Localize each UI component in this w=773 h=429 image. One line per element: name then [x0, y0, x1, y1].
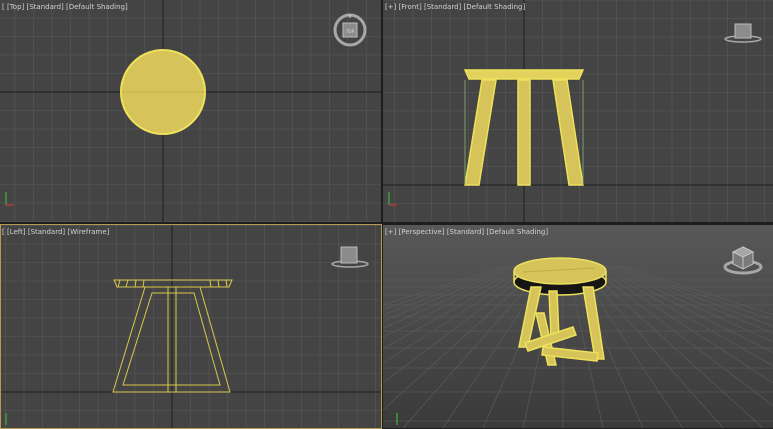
stool-left-wireframe[interactable]: [112, 279, 233, 393]
viewport-menu-bracket[interactable]: [: [2, 3, 5, 11]
viewport-left[interactable]: [ [Left] [Standard] [Wireframe]: [0, 225, 381, 428]
viewport-label-perspective[interactable]: [+] [Perspective] [Standard] [Default Sh…: [385, 228, 548, 237]
viewport-name[interactable]: [Top]: [7, 3, 24, 11]
viewport-label-front[interactable]: [+] [Front] [Standard] [Default Shading]: [385, 3, 525, 12]
viewport-menu-bracket[interactable]: [: [2, 228, 5, 236]
stool-perspective[interactable]: [513, 257, 607, 366]
viewport-label-top[interactable]: [ [Top] [Standard] [Default Shading]: [2, 3, 128, 12]
view-cube-icon[interactable]: TOP N: [330, 12, 370, 48]
viewport-name[interactable]: [Left]: [7, 228, 26, 236]
axis-tripod-icon: [388, 192, 397, 206]
viewport-front[interactable]: [+] [Front] [Standard] [Default Shading]: [383, 0, 773, 222]
viewport-menu-bracket[interactable]: [+]: [385, 3, 396, 11]
viewport-menu-bracket[interactable]: [+]: [385, 228, 396, 236]
axis-tripod-icon: [5, 192, 14, 206]
svg-text:N: N: [349, 14, 352, 19]
view-cube-icon[interactable]: [328, 244, 372, 270]
viewport-perspective[interactable]: [+] [Perspective] [Standard] [Default Sh…: [383, 225, 773, 428]
stool-front-view[interactable]: [463, 69, 585, 186]
viewport-shading[interactable]: [Default Shading]: [66, 3, 128, 11]
view-cube-icon[interactable]: [721, 243, 765, 277]
viewport-mode[interactable]: [Standard]: [447, 228, 484, 236]
viewport-shading[interactable]: [Default Shading]: [486, 228, 548, 236]
viewport-shading[interactable]: [Default Shading]: [464, 3, 526, 11]
viewport-mode[interactable]: [Standard]: [28, 228, 65, 236]
view-cube-face-label: TOP: [345, 29, 355, 34]
viewport-shading[interactable]: [Wireframe]: [67, 228, 109, 236]
viewport-name[interactable]: [Front]: [399, 3, 422, 11]
viewport-name[interactable]: [Perspective]: [399, 228, 445, 236]
viewport-label-left[interactable]: [ [Left] [Standard] [Wireframe]: [2, 228, 109, 237]
viewport-mode[interactable]: [Standard]: [424, 3, 461, 11]
viewport-top[interactable]: [ [Top] [Standard] [Default Shading] TOP…: [0, 0, 381, 222]
viewport-mode[interactable]: [Standard]: [26, 3, 63, 11]
view-cube-icon[interactable]: [721, 20, 765, 44]
